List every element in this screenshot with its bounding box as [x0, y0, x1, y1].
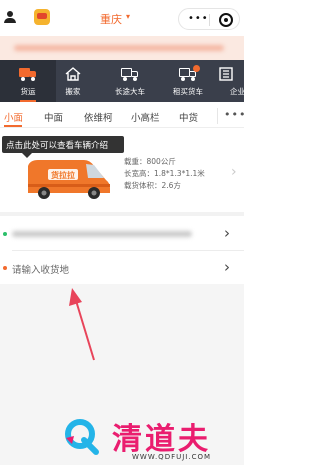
- more-menu-icon[interactable]: •••: [188, 14, 209, 24]
- service-long-haul[interactable]: 长途大车: [102, 60, 158, 102]
- notice-banner[interactable]: [0, 36, 244, 60]
- city-selector[interactable]: 重庆: [100, 11, 122, 27]
- tab-xiaomian[interactable]: 小面: [4, 110, 23, 124]
- watermark: 清道夫 WWW.QDFUJI.COM: [62, 410, 242, 464]
- tab-divider: [217, 108, 218, 124]
- chevron-right-icon: ›: [224, 258, 230, 276]
- watermark-url: WWW.QDFUJI.COM: [132, 453, 212, 461]
- rent-buy-truck-icon: [179, 65, 200, 81]
- dimensions-spec: 长宽高：1.8*1.3*1.1米: [124, 169, 205, 178]
- pickup-address-field[interactable]: ›: [0, 217, 244, 251]
- vehicle-intro-tooltip: 点击此处可以查看车辆介绍: [2, 136, 124, 158]
- more-vehicles-icon[interactable]: •••: [224, 108, 246, 121]
- active-tab-underline: [4, 125, 22, 127]
- service-label: 长途大车: [115, 87, 145, 96]
- service-label: 租买货车: [173, 87, 203, 96]
- mini-program-capsule: •••: [178, 8, 240, 30]
- load-spec: 载重：800公斤: [124, 157, 176, 166]
- van-image[interactable]: 货拉拉: [22, 156, 116, 200]
- tab-medium-truck[interactable]: 中货: [179, 110, 198, 124]
- long-haul-truck-icon: [121, 67, 139, 81]
- moving-house-icon: [65, 67, 81, 81]
- vehicle-tabs: 小面 中面 依维柯 小高栏 中货: [0, 106, 244, 128]
- van-lettering: 货拉拉: [50, 170, 75, 180]
- service-nav: 货运 搬家 长途大车 租买货车 企业: [0, 60, 245, 102]
- service-label: 搬家: [65, 87, 81, 96]
- section-divider: [0, 212, 244, 216]
- watermark-text: 清道夫: [112, 422, 211, 457]
- service-moving[interactable]: 搬家: [45, 60, 101, 102]
- gift-promo-icon[interactable]: [34, 9, 50, 25]
- volume-spec: 载货体积：2.6方: [124, 181, 181, 190]
- capsule-divider: [209, 14, 210, 26]
- active-service-indicator: [20, 100, 36, 102]
- service-rent-buy[interactable]: 租买货车: [160, 60, 216, 102]
- vehicle-detail-chevron-icon[interactable]: ›: [231, 164, 237, 180]
- annotation-arrow: [69, 288, 95, 361]
- user-icon[interactable]: [4, 11, 16, 23]
- enterprise-icon: [219, 67, 233, 81]
- freight-truck-icon: [19, 67, 37, 81]
- tab-small-high-rail[interactable]: 小高栏: [131, 110, 160, 124]
- blurred-pickup-address: [12, 231, 192, 237]
- service-label: 企业: [230, 87, 245, 96]
- blurred-banner-text: [14, 45, 224, 51]
- watermark-logo-icon: [65, 419, 99, 455]
- destination-placeholder: 请输入收货地: [12, 265, 70, 276]
- destination-address-field[interactable]: 请输入收货地 ›: [0, 251, 244, 285]
- chevron-right-icon: ›: [224, 224, 230, 242]
- service-enterprise[interactable]: 企业: [212, 60, 252, 102]
- chevron-down-icon[interactable]: ▾: [126, 12, 130, 21]
- tooltip-text: 点击此处可以查看车辆介绍: [6, 141, 109, 151]
- tab-iveco[interactable]: 依维柯: [84, 110, 113, 124]
- close-mini-program-icon[interactable]: [219, 13, 233, 27]
- tab-zhongmian[interactable]: 中面: [44, 110, 63, 124]
- top-bar: 重庆 ▾ •••: [0, 0, 244, 36]
- pickup-dot-icon: [3, 232, 7, 236]
- destination-dot-icon: [3, 266, 7, 270]
